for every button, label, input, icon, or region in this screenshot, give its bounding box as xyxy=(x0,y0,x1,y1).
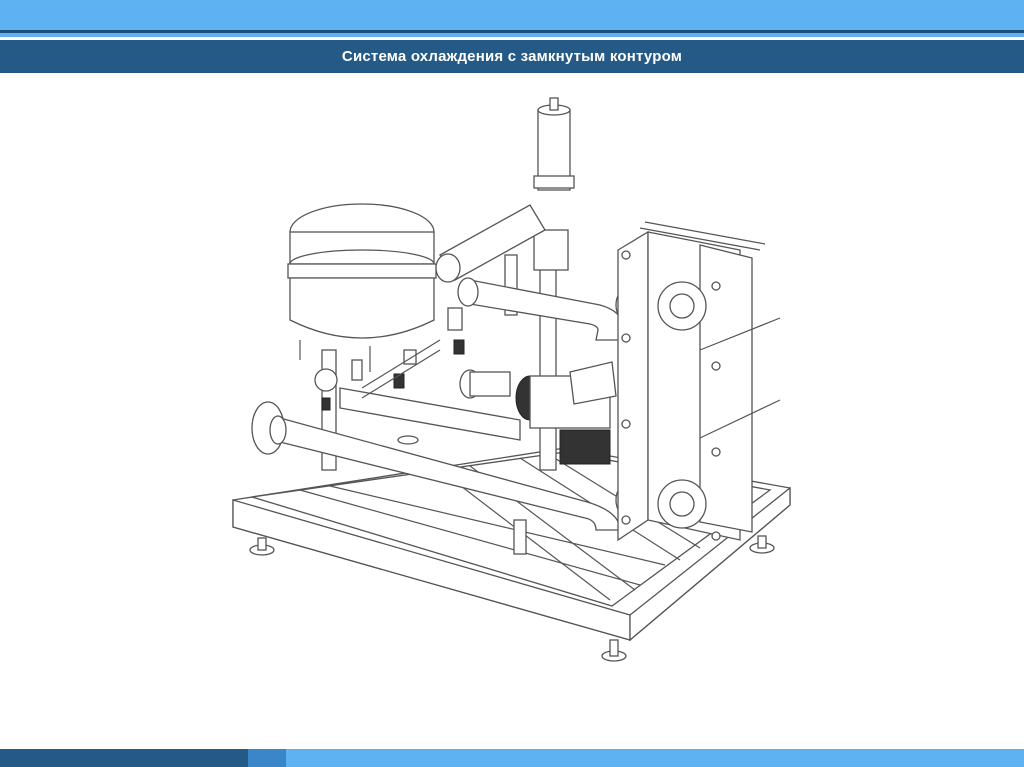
slide-title: Система охлаждения с замкнутым контуром xyxy=(341,48,683,65)
header-top-strip xyxy=(0,0,1024,30)
footer-light-segment xyxy=(286,749,1024,767)
pump-inlet-pipe xyxy=(339,369,521,441)
expansion-tank xyxy=(287,203,437,372)
footer-mid-segment xyxy=(248,749,286,767)
title-bar: Система охлаждения с замкнутым контуром xyxy=(0,40,1024,73)
cooling-system-drawing xyxy=(0,73,1024,748)
header-accent-strip xyxy=(0,33,1024,37)
vertical-riser-pipe xyxy=(533,97,575,271)
circulation-pump xyxy=(515,361,617,465)
footer-dark-segment xyxy=(0,749,248,767)
cooling-unit-illustration xyxy=(232,97,791,662)
